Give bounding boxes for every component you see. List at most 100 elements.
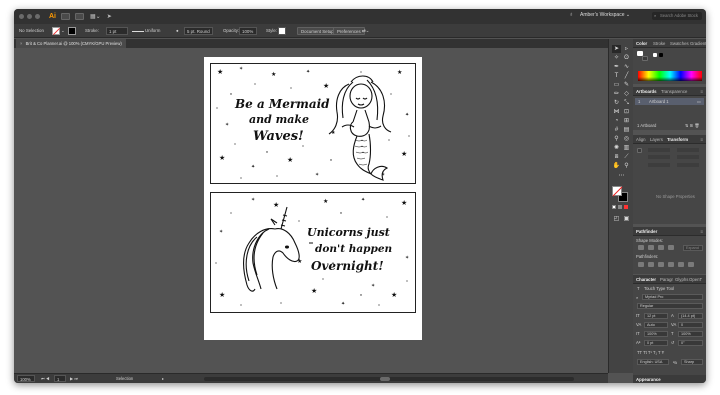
arrange-icon[interactable]: ⇄⌄	[362, 27, 369, 35]
font-size-field[interactable]: 12 pt	[644, 313, 668, 319]
tab-character[interactable]: Character	[636, 275, 656, 284]
artboard-number-field[interactable]: 1	[54, 375, 66, 382]
selection-tool-icon[interactable]: ➤	[612, 45, 621, 53]
slice-tool-icon[interactable]: ⟋	[622, 153, 631, 161]
tab-transform[interactable]: Transform	[667, 135, 688, 144]
tab-align[interactable]: Align	[636, 135, 646, 144]
close-tab-icon[interactable]: ×	[20, 41, 22, 46]
stroke-weight-field[interactable]: 1 pt	[106, 27, 128, 35]
paintbrush-tool-icon[interactable]: ✎	[622, 81, 631, 89]
shear-field[interactable]	[677, 163, 699, 167]
type-tool-icon[interactable]: T	[612, 72, 621, 80]
intersect-icon[interactable]	[658, 245, 664, 250]
tab-appearance[interactable]: Appearance	[636, 375, 661, 383]
white-swatch[interactable]	[653, 53, 657, 57]
font-style-field[interactable]: Regular	[637, 303, 703, 309]
rotation-field[interactable]: 0°	[678, 340, 703, 346]
minimize-window-button[interactable]	[27, 14, 32, 19]
artboard-actions-icon[interactable]: ⇅ ⊞ 🗑	[685, 123, 700, 128]
pen-tool-icon[interactable]: ✒	[612, 63, 621, 71]
scale-tool-icon[interactable]: ⤡	[622, 99, 631, 107]
shape-builder-tool-icon[interactable]: ◔	[612, 117, 621, 125]
color-mode-icon[interactable]	[612, 205, 616, 209]
tab-opentype[interactable]: OpenT	[689, 275, 702, 284]
bridge-button[interactable]	[61, 13, 70, 20]
rotate-field[interactable]	[648, 163, 670, 167]
curvature-tool-icon[interactable]: ∿	[622, 63, 631, 71]
draw-mode-icon[interactable]: ◰	[612, 215, 621, 223]
y-field[interactable]	[648, 155, 670, 159]
fill-color-box[interactable]	[612, 186, 622, 196]
minus-front-icon[interactable]	[648, 245, 654, 250]
font-search-icon[interactable]: ⌕	[636, 295, 638, 300]
artboard-list-item[interactable]: 1 Artboard 1 ▭	[635, 98, 704, 105]
fill-dropdown-icon[interactable]: ⌄	[61, 27, 65, 35]
document-tab[interactable]: × Brit & Co Planner.ai @ 100% (CMYK/GPU …	[16, 39, 126, 48]
black-swatch[interactable]	[659, 53, 663, 57]
gradient-mode-icon[interactable]	[618, 205, 622, 209]
stock-search-input[interactable]: ⌕ Search Adobe Stock	[652, 12, 702, 20]
horizontal-scale-field[interactable]: 100%	[678, 331, 703, 337]
touch-type-icon[interactable]: T	[637, 286, 640, 291]
trim-icon[interactable]	[648, 262, 654, 267]
artboard-options-icon[interactable]: ▭	[697, 99, 701, 104]
unite-icon[interactable]	[638, 245, 644, 250]
artboard-tool-icon[interactable]: ⧈	[612, 153, 621, 161]
canvas-area[interactable]: ★ ✶ ★ ✦ ★ ✶ ★ ✦ ★ ✶ ★ ✦ ★ ✶ ★ Be a Merma…	[14, 48, 608, 373]
free-transform-tool-icon[interactable]: ⊡	[622, 108, 631, 116]
tab-color[interactable]: Color	[636, 39, 647, 48]
reference-point-icon[interactable]	[637, 148, 642, 153]
document-setup-button[interactable]: Document Setup	[297, 27, 338, 35]
graph-tool-icon[interactable]: ▥	[622, 144, 631, 152]
rectangle-tool-icon[interactable]: ▭	[612, 81, 621, 89]
direct-selection-tool-icon[interactable]: ▹	[622, 45, 631, 53]
opacity-field[interactable]: 100%	[239, 27, 257, 35]
gradient-tool-icon[interactable]: ▤	[622, 126, 631, 134]
mermaid-card[interactable]: ★ ✶ ★ ✦ ★ ✶ ★ ✦ ★ ✶ ★ ✦ ★ ✶ ★ Be a Merma…	[210, 63, 416, 184]
text-style-buttons[interactable]: TT Tt T¹ T₁ T Ŧ	[637, 350, 664, 355]
prev-artboard-icon[interactable]: ⏮ ◀	[41, 375, 50, 382]
color-spectrum[interactable]	[638, 71, 702, 81]
outline-icon[interactable]	[678, 262, 684, 267]
rotate-tool-icon[interactable]: ↻	[612, 99, 621, 107]
divide-icon[interactable]	[638, 262, 644, 267]
fill-swatch[interactable]	[52, 27, 60, 35]
minus-back-icon[interactable]	[688, 262, 694, 267]
workspace-switcher[interactable]: Amber's Workspace ⌄	[580, 12, 630, 18]
antialias-field[interactable]: Sharp	[681, 359, 703, 365]
tab-swatches[interactable]: Swatches	[670, 39, 689, 48]
graphic-style-swatch[interactable]	[278, 27, 286, 35]
mesh-tool-icon[interactable]: #	[612, 126, 621, 134]
pathfinder-menu-icon[interactable]: ≡	[700, 227, 703, 236]
width-tool-icon[interactable]: ⋈	[612, 108, 621, 116]
gpu-performance-icon[interactable]: ➤	[107, 13, 112, 20]
next-artboard-icon[interactable]: ▶ ⏭	[70, 375, 78, 382]
merge-icon[interactable]	[658, 262, 664, 267]
brush-definition[interactable]: 5 pt. Round	[184, 27, 213, 35]
crop-icon[interactable]	[668, 262, 674, 267]
x-field[interactable]	[648, 148, 670, 152]
tab-transparency[interactable]: Transparence	[661, 87, 687, 96]
zoom-window-button[interactable]	[35, 14, 40, 19]
vertical-scale-field[interactable]: 100%	[644, 331, 668, 337]
stock-button[interactable]	[75, 13, 84, 20]
tracking-field[interactable]: 0	[678, 322, 703, 328]
magic-wand-tool-icon[interactable]: ✧	[612, 54, 621, 62]
language-field[interactable]: English: USA	[637, 359, 669, 365]
pencil-tool-icon[interactable]: ✏	[612, 90, 621, 98]
baseline-field[interactable]: 0 pt	[644, 340, 668, 346]
leading-field[interactable]: (14.4 pt)	[678, 313, 703, 319]
exclude-icon[interactable]	[668, 245, 674, 250]
tab-gradient[interactable]: Gradient	[690, 39, 706, 48]
preferences-button[interactable]: Preferences	[333, 27, 365, 35]
close-window-button[interactable]	[19, 14, 24, 19]
stroke-swatch[interactable]	[68, 27, 76, 35]
symbol-sprayer-tool-icon[interactable]: ✺	[612, 144, 621, 152]
kerning-field[interactable]: Auto	[644, 322, 668, 328]
line-tool-icon[interactable]: ╱	[622, 72, 631, 80]
none-mode-icon[interactable]	[624, 205, 628, 209]
unicorn-card[interactable]: ★ ✶ ★ ✦ ★ ✶ ★ ★ ✦ ★ ✶ ✶ ★ Unicorns just …	[210, 192, 416, 313]
tab-artboards[interactable]: Artboards	[636, 87, 657, 96]
touch-type-tool[interactable]: Touch Type Tool	[644, 286, 674, 291]
status-menu-icon[interactable]: ▸	[162, 375, 164, 382]
